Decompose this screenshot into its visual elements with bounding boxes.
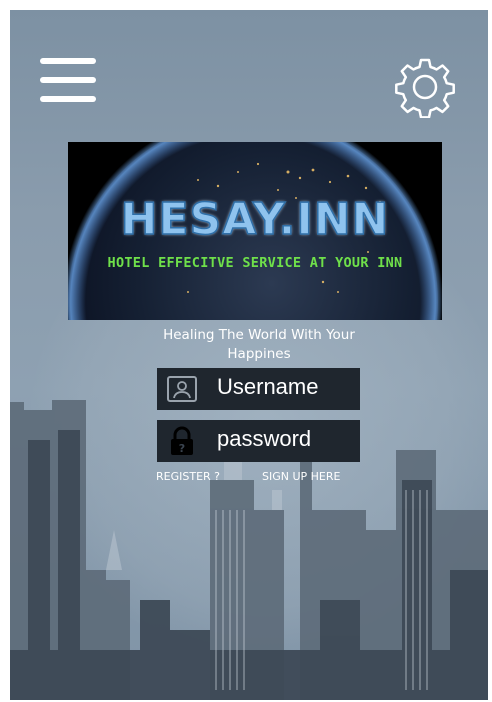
banner-subtitle: HOTEL EFFECITVE SERVICE AT YOUR INN [107, 255, 403, 271]
hamburger-menu-button[interactable] [40, 58, 96, 102]
gear-icon [395, 58, 455, 119]
menu-line-icon [40, 77, 96, 83]
username-field[interactable]: Username [157, 368, 360, 410]
settings-button[interactable] [394, 56, 456, 119]
menu-line-icon [40, 58, 96, 64]
username-placeholder: Username [217, 374, 319, 399]
tagline-text: Healing The World With Your Happines [163, 327, 355, 362]
user-id-icon [167, 376, 197, 402]
password-field[interactable]: ? password [157, 420, 360, 462]
banner-title: HESAY.INN [120, 193, 390, 246]
menu-line-icon [40, 96, 96, 102]
padlock-icon: ? [171, 426, 193, 455]
svg-text:?: ? [179, 442, 185, 455]
password-placeholder: password [217, 426, 312, 451]
sign-up-link[interactable]: SIGN UP HERE [262, 470, 340, 483]
app-banner-logo: HESAY.INN HOTEL EFFECITVE SERVICE AT YOU… [68, 142, 442, 320]
register-link[interactable]: REGISTER ? [156, 470, 220, 483]
app-screen: HESAY.INN HOTEL EFFECITVE SERVICE AT YOU… [10, 10, 488, 700]
